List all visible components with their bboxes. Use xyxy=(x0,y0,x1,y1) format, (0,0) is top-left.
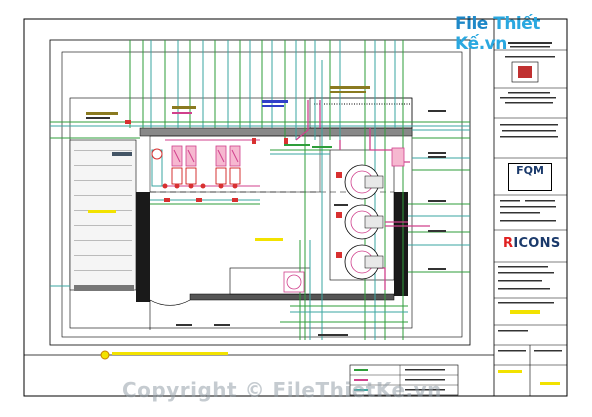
client-logo-mark xyxy=(518,66,532,78)
watermark-copyright: Copyright © FileThietKe.vn xyxy=(122,378,442,402)
valve-cluster xyxy=(391,147,405,167)
fan-3 xyxy=(344,244,384,280)
watermark-brand-prefix: File xyxy=(455,14,488,34)
title-yellow-tag-2 xyxy=(498,370,522,373)
bottom-wall xyxy=(189,293,395,301)
pump-1 xyxy=(171,145,183,185)
left-wall xyxy=(136,192,150,302)
fqm-logo: FQM xyxy=(508,163,552,191)
watermark-brand: File Thiết Kế.vn xyxy=(455,14,592,54)
title-yellow-tag-3 xyxy=(540,382,560,385)
ricons-logo: RICONS xyxy=(503,236,560,251)
fan-1 xyxy=(344,164,384,200)
exhaust-fans xyxy=(336,164,384,280)
title-yellow-tag xyxy=(510,310,540,314)
cad-plan-drawing xyxy=(23,18,568,397)
pump-units xyxy=(162,145,241,189)
top-wall xyxy=(139,127,413,137)
pump-2 xyxy=(185,145,197,185)
pump-4 xyxy=(229,145,241,185)
upper-annex xyxy=(309,97,413,129)
pump-3 xyxy=(215,145,227,185)
right-wall xyxy=(394,192,408,296)
section-marker-circle xyxy=(100,350,110,360)
bottom-note-yellow xyxy=(112,352,228,355)
ricons-logo-r: R xyxy=(503,236,514,251)
door-swing xyxy=(149,299,191,306)
left-hatched-zone xyxy=(69,139,137,291)
title-block xyxy=(494,49,567,396)
drawing-sheet: File Thiết Kế.vn FQM RICONS Copyright © … xyxy=(0,0,592,413)
ricons-logo-rest: ICONS xyxy=(513,236,561,251)
fan-2 xyxy=(344,204,384,240)
bottom-fan xyxy=(283,271,305,293)
title-block-text-lines xyxy=(498,42,562,352)
tank-top xyxy=(151,148,163,160)
left-zone-base xyxy=(74,285,134,291)
